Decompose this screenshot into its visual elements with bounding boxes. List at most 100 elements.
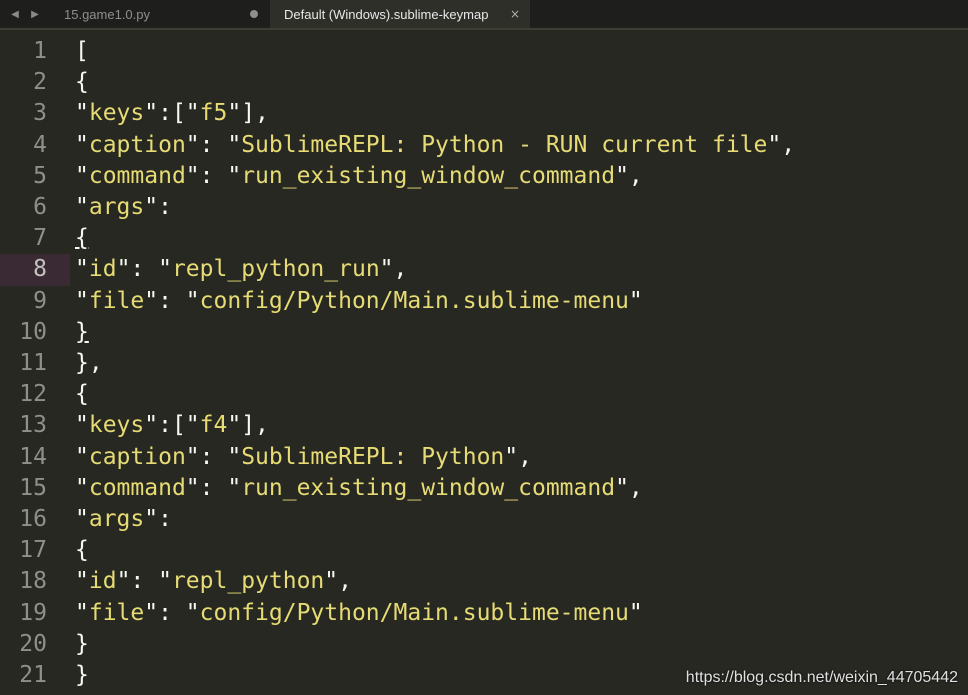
code-token: id xyxy=(88,568,117,595)
code-text: { xyxy=(75,535,89,566)
code-token: { xyxy=(75,381,89,408)
code-line[interactable]: 3 "keys":["f5"], xyxy=(0,98,968,129)
code-line[interactable]: 12 { xyxy=(0,379,968,410)
code-line[interactable]: 19 " file": "config/Python/Main.sublime-me… xyxy=(0,598,968,629)
line-number: 11 xyxy=(19,350,47,376)
code-line[interactable]: 13 "keys":["f4"], xyxy=(0,410,968,441)
code-token: ", xyxy=(324,568,352,595)
line-number: 15 xyxy=(19,474,47,501)
code-token: keys xyxy=(88,412,145,439)
code-token: ": " xyxy=(185,443,242,470)
code-line[interactable]: 17 { xyxy=(0,535,968,566)
code-token: run_existing_window_command xyxy=(241,474,616,501)
code-token: command xyxy=(88,162,186,189)
code-token: ": " xyxy=(185,131,242,158)
code-line[interactable]: 6 "args": xyxy=(0,192,968,223)
line-number: 5 xyxy=(33,162,47,189)
line-number: 18 xyxy=(19,568,47,595)
code-text: "caption": "SublimeREPL: Python", xyxy=(75,442,532,473)
code-token: run_existing_window_command xyxy=(241,162,616,189)
line-number: 6 xyxy=(33,194,47,220)
code-token: " xyxy=(75,474,89,501)
code-token: ": " xyxy=(144,287,200,314)
tab-keymap[interactable]: Default (Windows).sublime-keymap × xyxy=(270,0,530,28)
line-number: 14 xyxy=(19,443,47,470)
code-token: ", xyxy=(615,162,643,189)
code-line[interactable]: 10} xyxy=(0,317,968,348)
code-token: file xyxy=(88,287,145,314)
line-number: 8 xyxy=(33,256,47,283)
code-line[interactable]: 14 "caption": "SublimeREPL: Python", xyxy=(0,442,968,473)
watermark: https://blog.csdn.net/weixin_44705442 xyxy=(685,669,958,686)
line-number: 10 xyxy=(19,318,47,345)
tab-scroll-right-icon[interactable]: ▶ xyxy=(25,0,45,28)
code-line[interactable]: 7{ xyxy=(0,223,968,254)
code-text: } xyxy=(75,660,89,691)
code-line[interactable]: 18 "id": "repl_python", xyxy=(0,566,968,597)
line-number: 19 xyxy=(19,599,47,626)
code-token: " xyxy=(628,599,643,626)
line-number: 4 xyxy=(33,131,47,158)
code-token: " xyxy=(75,568,89,595)
code-text: "file": "config/Python/Main.sublime-menu… xyxy=(75,286,643,317)
code-token: args xyxy=(88,506,145,532)
code-line[interactable]: 16 "args": xyxy=(0,504,968,535)
code-text: "id": "repl_python", xyxy=(75,566,352,597)
code-text: "command": "run_existing_window_command"… xyxy=(75,161,643,192)
code-line[interactable]: 2{ xyxy=(0,67,968,98)
code-token: repl_python_run xyxy=(171,256,380,283)
code-editor[interactable]: 1[2{3 "keys":["f5"], 4 "caption": "SublimeR… xyxy=(0,36,968,695)
code-token: repl_python xyxy=(171,568,325,595)
code-token: config/Python/Main.sublime-menu xyxy=(199,287,629,314)
unsaved-dot-icon[interactable] xyxy=(250,10,258,18)
code-token: file xyxy=(88,599,145,626)
line-number: 3 xyxy=(33,100,47,127)
tab-scroll-left-icon[interactable]: ◀ xyxy=(5,0,25,28)
line-number: 16 xyxy=(19,506,47,532)
line-number: 12 xyxy=(19,381,47,408)
code-token: ": " xyxy=(116,568,172,595)
code-line[interactable]: 15 "command": "run_existing_window_comman… xyxy=(0,473,968,504)
code-token: ": " xyxy=(144,599,200,626)
code-token: { xyxy=(75,537,89,564)
line-number: 9 xyxy=(33,287,47,314)
line-number: 20 xyxy=(19,630,47,657)
code-token: " xyxy=(75,162,89,189)
code-text: "keys":["f4"], xyxy=(75,410,269,441)
code-token: caption xyxy=(88,131,186,158)
code-line[interactable]: 4 "caption": "SublimeREPL: Python - RUN c… xyxy=(0,130,968,161)
code-token: " xyxy=(75,256,89,283)
code-token: " xyxy=(75,287,89,314)
code-token: SublimeREPL: Python xyxy=(241,443,505,470)
code-text: " file": "config/Python/Main.sublime-menu… xyxy=(75,598,643,629)
code-token: ": xyxy=(144,194,172,220)
code-line[interactable]: 1[ xyxy=(0,36,968,67)
code-token: " xyxy=(75,412,89,439)
code-line[interactable]: 20} xyxy=(0,629,968,660)
code-token: f4 xyxy=(199,412,228,439)
code-token: { xyxy=(75,69,89,96)
code-token: "], xyxy=(227,412,269,439)
tab-game-py[interactable]: 15.game1.0.py xyxy=(50,0,270,28)
code-token: ": " xyxy=(185,474,242,501)
code-text: "command": "run_existing_window_command"… xyxy=(75,473,643,504)
tab-label: Default (Windows).sublime-keymap xyxy=(284,6,489,22)
code-token: ", xyxy=(615,474,643,501)
code-text: "caption": "SublimeREPL: Python - RUN cu… xyxy=(75,130,795,161)
code-line[interactable]: 5 "command": "run_existing_window_command… xyxy=(0,161,968,192)
code-token: } xyxy=(75,662,89,688)
code-token: " xyxy=(75,443,89,470)
code-line[interactable]: 9 "file": "config/Python/Main.sublime-men… xyxy=(0,286,968,317)
code-token: " xyxy=(75,100,89,127)
code-token: " xyxy=(75,131,89,158)
code-token: config/Python/Main.sublime-menu xyxy=(199,599,629,626)
code-token: ": xyxy=(144,506,172,532)
code-token: " xyxy=(75,506,89,532)
close-tab-icon[interactable]: × xyxy=(510,7,520,21)
code-line[interactable]: 8 "id": "repl_python_run", xyxy=(0,254,968,286)
code-token: command xyxy=(88,474,186,501)
code-line[interactable]: 11}, xyxy=(0,348,968,379)
code-text: [ xyxy=(75,36,89,67)
code-text: "id": "repl_python_run", xyxy=(75,254,407,285)
tab-label: 15.game1.0.py xyxy=(64,6,151,22)
